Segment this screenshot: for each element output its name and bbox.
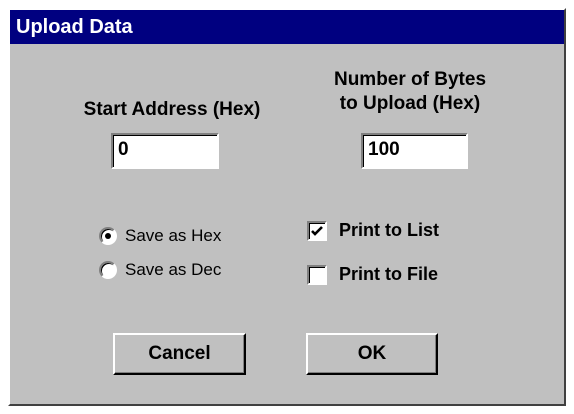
save-as-hex-radio[interactable]: Save as Hex: [99, 226, 221, 246]
window-title[interactable]: Upload Data: [10, 10, 564, 44]
upload-data-dialog: Upload Data Start Address (Hex) Number o…: [8, 8, 566, 406]
num-bytes-input[interactable]: 100: [361, 133, 468, 169]
ok-button[interactable]: OK: [306, 333, 438, 375]
save-as-dec-label: Save as Dec: [125, 260, 222, 279]
save-as-hex-label: Save as Hex: [125, 226, 222, 245]
radio-button-icon[interactable]: [99, 227, 117, 245]
num-bytes-label-line2: to Upload (Hex): [339, 93, 481, 114]
print-to-file-checkbox[interactable]: Print to File: [307, 264, 438, 285]
print-to-list-checkbox[interactable]: Print to List: [307, 220, 439, 241]
start-address-input[interactable]: 0: [111, 133, 219, 169]
num-bytes-label-line1: Number of Bytes: [333, 69, 487, 90]
checkbox-checked-icon[interactable]: [307, 220, 327, 241]
checkmark-icon: [311, 225, 323, 236]
save-as-dec-radio[interactable]: Save as Dec: [99, 260, 221, 280]
radio-button-icon[interactable]: [99, 261, 117, 279]
cancel-button[interactable]: Cancel: [113, 333, 246, 375]
checkbox-unchecked-icon[interactable]: [307, 264, 327, 285]
radio-selected-dot: [105, 233, 111, 239]
start-address-label: Start Address (Hex): [83, 99, 261, 120]
print-to-list-label: Print to List: [339, 220, 439, 240]
print-to-file-label: Print to File: [339, 264, 438, 284]
